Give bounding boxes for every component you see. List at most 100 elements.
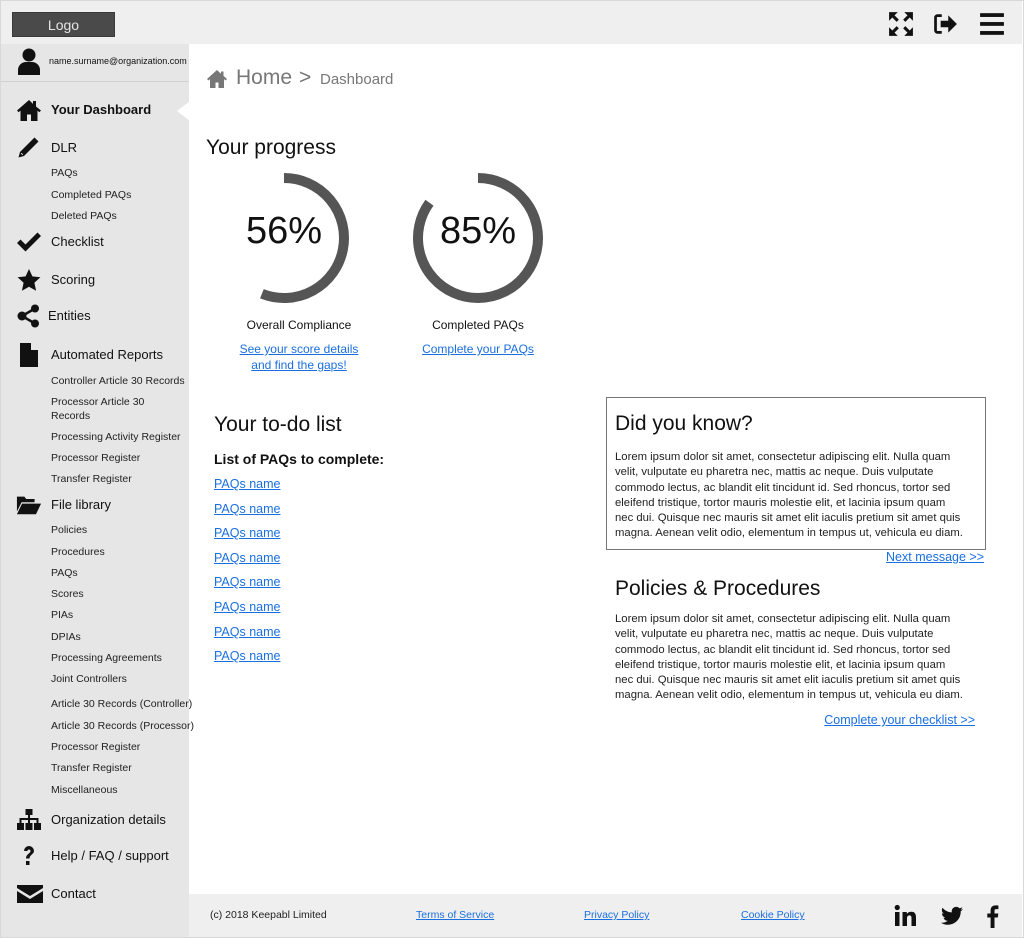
user-icon: [17, 48, 41, 76]
sidebar-subitem-processor-article-30-records[interactable]: Processor Article 30 Records: [51, 395, 161, 423]
envelope-icon: [16, 882, 44, 906]
completed-paqs-label: Completed PAQs: [432, 318, 524, 332]
sidebar-item-checklist[interactable]: Checklist: [1, 230, 189, 254]
todo-heading: Your to-do list: [214, 413, 342, 436]
next-message-link[interactable]: Next message >>: [860, 550, 984, 564]
text-line: commodo lectus, ac blandit elit tincidun…: [615, 643, 951, 656]
todo-item[interactable]: PAQs name: [214, 502, 280, 516]
sidebar-item-label: Help / FAQ / support: [51, 848, 169, 863]
sidebar-subitem-deleted-paqs[interactable]: Deleted PAQs: [51, 209, 117, 223]
text-line: nec dui. Quisque nec mauris sit amet eli…: [615, 674, 961, 687]
fullscreen-icon[interactable]: [888, 11, 914, 37]
facebook-icon[interactable]: [983, 904, 1001, 928]
breadcrumb-home[interactable]: Home: [236, 66, 292, 90]
sidebar-item-label: Automated Reports: [51, 347, 164, 362]
logo[interactable]: Logo: [12, 12, 115, 37]
cookie-policy-link[interactable]: Cookie Policy: [741, 909, 805, 921]
sidebar-subitem-processor-register[interactable]: Processor Register: [51, 451, 140, 465]
check-icon: [16, 230, 42, 254]
complete-paqs-link[interactable]: Complete your PAQs: [378, 341, 578, 357]
user-email: name.surname@organization.com: [49, 56, 187, 66]
sidebar-subitem-procedures[interactable]: Procedures: [51, 545, 105, 559]
breadcrumb-separator: >: [299, 66, 312, 89]
text-line: eleifend tristique, tortor mauris molest…: [615, 658, 946, 671]
sidebar-subitem-processing-activity-register[interactable]: Processing Activity Register: [51, 430, 181, 444]
file-icon: [16, 343, 42, 367]
sidebar-subitem-transfer-register-library[interactable]: Transfer Register: [51, 761, 132, 775]
sidebar-item-dlr[interactable]: DLR: [1, 136, 189, 160]
sidebar-item-label: Contact: [51, 886, 96, 901]
todo-item[interactable]: PAQs name: [214, 649, 280, 663]
text-line: velit, vulputate eu pharetra nec, mattis…: [615, 628, 934, 641]
top-bar: Logo: [1, 1, 1022, 44]
todo-subtitle: List of PAQs to complete:: [214, 451, 385, 467]
sidebar-subitem-processing-agreements[interactable]: Processing Agreements: [51, 651, 162, 665]
sidebar-subitem-scores[interactable]: Scores: [51, 587, 84, 601]
text-line: commodo lectus, ac blandit elit tincidun…: [615, 481, 951, 494]
sidebar-item-your-dashboard[interactable]: Your Dashboard: [1, 98, 189, 122]
score-details-link-line2[interactable]: and find the gaps!: [251, 358, 346, 372]
sidebar-subitem-miscellaneous[interactable]: Miscellaneous: [51, 783, 118, 797]
compliance-percent: 56%: [245, 210, 323, 252]
sidebar-item-contact[interactable]: Contact: [1, 882, 189, 906]
sidebar-subitem-article-30-records-processor[interactable]: Article 30 Records (Processor): [51, 719, 194, 733]
question-icon: [16, 844, 42, 868]
progress-heading: Your progress: [206, 136, 336, 159]
sidebar-subitem-policies[interactable]: Policies: [51, 523, 87, 537]
did-you-know-box: Did you know? Lorem ipsum dolor sit amet…: [606, 397, 986, 550]
sidebar-item-help[interactable]: Help / FAQ / support: [1, 844, 189, 868]
todo-item[interactable]: PAQs name: [214, 575, 280, 589]
sidebar-item-file-library[interactable]: File library: [1, 493, 189, 517]
score-details-link[interactable]: See your score details and find the gaps…: [199, 341, 399, 373]
home-icon: [16, 98, 42, 122]
todo-item[interactable]: PAQs name: [214, 477, 280, 491]
todo-item[interactable]: PAQs name: [214, 600, 280, 614]
sidebar-subitem-controller-article-30-records[interactable]: Controller Article 30 Records: [51, 374, 185, 388]
compliance-ring: 56%: [214, 168, 354, 308]
menu-icon[interactable]: [979, 11, 1005, 37]
sidebar-item-organization-details[interactable]: Organization details: [1, 808, 189, 832]
sidebar-subitem-article-30-records-controller[interactable]: Article 30 Records (Controller): [51, 697, 192, 711]
todo-item[interactable]: PAQs name: [214, 551, 280, 565]
sidebar-item-entities[interactable]: Entities: [1, 304, 189, 328]
sidebar-subitem-processor-register-library[interactable]: Processor Register: [51, 740, 140, 754]
star-icon: [16, 268, 42, 292]
todo-item[interactable]: PAQs name: [214, 526, 280, 540]
copyright: (c) 2018 Keepabl Limited: [210, 909, 327, 921]
footer: (c) 2018 Keepabl Limited Terms of Servic…: [189, 894, 1022, 937]
score-details-link-line1[interactable]: See your score details: [240, 342, 359, 356]
user-row[interactable]: name.surname@organization.com: [1, 44, 189, 82]
todo-item[interactable]: PAQs name: [214, 625, 280, 639]
twitter-icon[interactable]: [940, 904, 964, 928]
text-line: magna. Aenean velit odio, elementum in t…: [615, 689, 963, 702]
sidebar-item-label: Checklist: [51, 234, 104, 249]
text-line: magna. Aenean velit odio, elementum in t…: [615, 527, 963, 540]
sidebar-item-scoring[interactable]: Scoring: [1, 268, 189, 292]
sidebar-subitem-dpias[interactable]: DPIAs: [51, 630, 81, 644]
logout-icon[interactable]: [932, 11, 958, 37]
folder-open-icon: [16, 493, 42, 517]
policies-heading: Policies & Procedures: [615, 577, 821, 600]
sidebar-subitem-joint-controllers[interactable]: Joint Controllers: [51, 672, 127, 686]
did-you-know-text: Lorem ipsum dolor sit amet, consectetur …: [615, 450, 963, 542]
sidebar-subitem-pias[interactable]: PIAs: [51, 608, 73, 622]
text-line: velit, vulputate eu pharetra nec, mattis…: [615, 466, 934, 479]
sidebar-item-automated-reports[interactable]: Automated Reports: [1, 343, 189, 367]
sidebar-subitem-paqs[interactable]: PAQs: [51, 166, 78, 180]
home-icon[interactable]: [206, 69, 228, 89]
sidebar-item-label: Organization details: [51, 812, 166, 827]
privacy-policy-link[interactable]: Privacy Policy: [584, 909, 649, 921]
linkedin-icon[interactable]: [894, 904, 918, 928]
sidebar-item-label: Scoring: [51, 272, 96, 287]
breadcrumb-current: Dashboard: [320, 71, 394, 88]
sidebar-item-label: Entities: [48, 308, 91, 323]
text-line: nec dui. Quisque nec mauris sit amet eli…: [615, 512, 961, 525]
sidebar-subitem-completed-paqs[interactable]: Completed PAQs: [51, 188, 131, 202]
sidebar: name.surname@organization.com Your Dashb…: [1, 44, 194, 937]
terms-of-service-link[interactable]: Terms of Service: [416, 909, 494, 921]
pencil-icon: [16, 136, 42, 160]
sidebar-subitem-paqs-library[interactable]: PAQs: [51, 566, 78, 580]
complete-checklist-link[interactable]: Complete your checklist >>: [800, 713, 975, 727]
sidebar-subitem-transfer-register[interactable]: Transfer Register: [51, 472, 132, 486]
sidebar-item-label: DLR: [51, 140, 78, 155]
